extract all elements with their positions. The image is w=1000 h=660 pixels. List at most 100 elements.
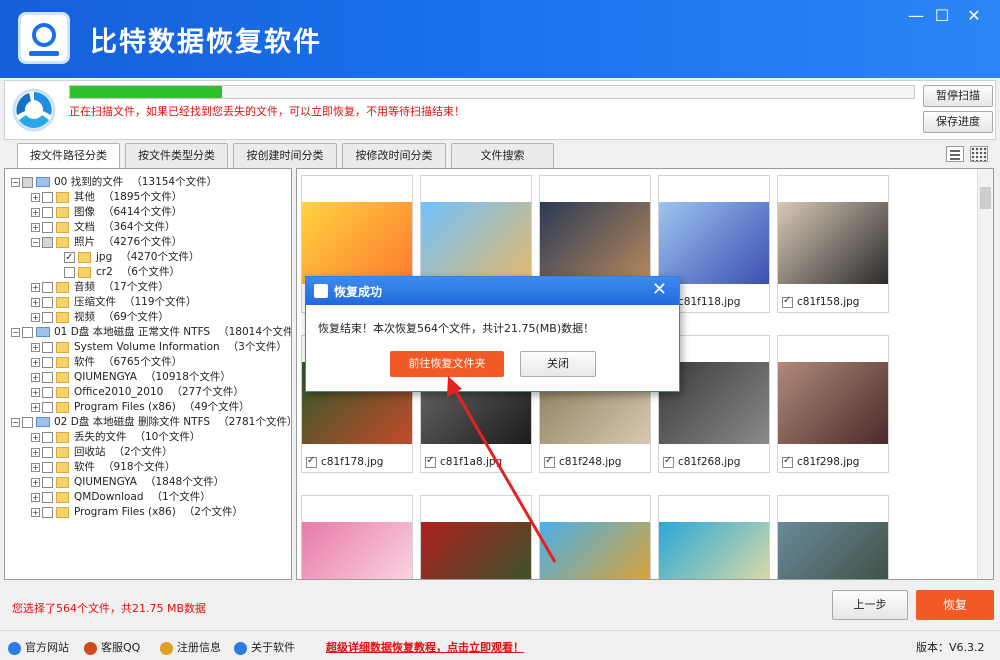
tree-checkbox[interactable]: [64, 266, 75, 278]
tree-folder-node[interactable]: + QIUMENGYA （1848个文件）: [31, 475, 224, 490]
tree-checkbox[interactable]: [42, 221, 53, 233]
tree-folder-node[interactable]: + System Volume Information （3个文件）: [31, 340, 287, 355]
tree-checkbox[interactable]: [42, 371, 53, 383]
support-qq-link[interactable]: 客服QQ: [84, 639, 140, 655]
collapse-icon[interactable]: −: [11, 417, 20, 427]
tree-folder-node[interactable]: + Program Files (x86) （49个文件）: [31, 400, 250, 415]
official-site-link[interactable]: 官方网站: [8, 639, 69, 655]
tree-folder-node[interactable]: + 图像 （6414个文件）: [31, 205, 182, 220]
thumbnail-checkbox[interactable]: [782, 295, 793, 308]
tree-checkbox[interactable]: [42, 506, 53, 518]
tree-checkbox[interactable]: [42, 191, 53, 203]
tree-checkbox[interactable]: [42, 431, 53, 443]
tutorial-promo-link[interactable]: 超级详细数据恢复教程，点击立即观看！: [326, 639, 524, 655]
previous-step-button[interactable]: 上一步: [832, 590, 908, 620]
tree-folder-node[interactable]: + 文档 （364个文件）: [31, 220, 176, 235]
dialog-close-button[interactable]: 关闭: [520, 351, 596, 377]
save-progress-button[interactable]: 保存进度: [923, 111, 993, 133]
image-thumbnail[interactable]: [420, 495, 532, 579]
expand-icon[interactable]: +: [31, 282, 40, 292]
tab-by-created[interactable]: 按创建时间分类: [233, 143, 337, 168]
collapse-icon[interactable]: −: [11, 177, 20, 187]
tree-drive-node[interactable]: − 02 D盘 本地磁盘 删除文件 NTFS （2781个文件）: [11, 415, 291, 430]
tree-folder-node[interactable]: + 回收站 （2个文件）: [31, 445, 173, 460]
thumbnail-checkbox[interactable]: [306, 455, 317, 468]
tree-checkbox[interactable]: [22, 416, 33, 428]
image-thumbnail[interactable]: [301, 495, 413, 579]
tree-checkbox[interactable]: [42, 281, 53, 293]
tree-checkbox[interactable]: [22, 326, 33, 338]
tree-folder-node[interactable]: jpg （4270个文件）: [51, 250, 199, 265]
tree-folder-node[interactable]: + QMDownload （1个文件）: [31, 490, 211, 505]
recover-button[interactable]: 恢复: [916, 590, 994, 620]
expand-icon[interactable]: +: [31, 372, 40, 382]
dialog-close-icon[interactable]: ✕: [652, 280, 667, 300]
thumbnail-checkbox[interactable]: [544, 455, 555, 468]
image-thumbnail[interactable]: c81f298.jpg: [777, 335, 889, 473]
tree-folder-node[interactable]: + 丢失的文件 （10个文件）: [31, 430, 200, 445]
image-thumbnail[interactable]: [777, 495, 889, 579]
expand-icon[interactable]: +: [31, 402, 40, 412]
maximize-icon[interactable]: ☐: [930, 6, 954, 26]
tree-checkbox[interactable]: [42, 341, 53, 353]
tree-drive-node[interactable]: − 01 D盘 本地磁盘 正常文件 NTFS （18014个文件: [11, 325, 291, 340]
pause-scan-button[interactable]: 暂停扫描: [923, 85, 993, 107]
tree-checkbox[interactable]: [42, 461, 53, 473]
tree-checkbox[interactable]: [42, 206, 53, 218]
tree-folder-node[interactable]: + 软件 （918个文件）: [31, 460, 176, 475]
tree-folder-node[interactable]: cr2 （6个文件）: [51, 265, 180, 280]
thumbnail-checkbox[interactable]: [782, 455, 793, 468]
expand-icon[interactable]: +: [31, 507, 40, 517]
expand-icon[interactable]: +: [31, 342, 40, 352]
tree-folder-node[interactable]: + QIUMENGYA （10918个文件）: [31, 370, 231, 385]
tree-folder-node[interactable]: + Program Files (x86) （2个文件）: [31, 505, 243, 520]
tree-checkbox[interactable]: [42, 476, 53, 488]
expand-icon[interactable]: +: [31, 492, 40, 502]
image-thumbnail[interactable]: c81f158.jpg: [777, 175, 889, 313]
expand-icon[interactable]: +: [31, 297, 40, 307]
tree-checkbox[interactable]: [42, 311, 53, 323]
collapse-icon[interactable]: −: [31, 237, 40, 247]
tree-folder-node[interactable]: + 视频 （69个文件）: [31, 310, 169, 325]
tree-checkbox[interactable]: [42, 401, 53, 413]
about-link[interactable]: 关于软件: [234, 639, 295, 655]
tree-folder-node[interactable]: − 照片 （4276个文件）: [31, 235, 182, 250]
tree-checkbox[interactable]: [42, 491, 53, 503]
tree-checkbox[interactable]: [22, 176, 33, 188]
registration-link[interactable]: 注册信息: [160, 639, 221, 655]
tree-folder-node[interactable]: + Office2010_2010 （277个文件）: [31, 385, 244, 400]
tree-checkbox[interactable]: [42, 236, 53, 248]
tab-by-modified[interactable]: 按修改时间分类: [342, 143, 446, 168]
tree-folder-node[interactable]: + 其他 （1895个文件）: [31, 190, 182, 205]
tree-checkbox[interactable]: [42, 296, 53, 308]
image-thumbnail[interactable]: [539, 495, 651, 579]
tab-file-search[interactable]: 文件搜索: [451, 143, 554, 168]
thumbnail-checkbox[interactable]: [425, 455, 436, 468]
expand-icon[interactable]: +: [31, 462, 40, 472]
tab-by-type[interactable]: 按文件类型分类: [125, 143, 228, 168]
tree-checkbox[interactable]: [42, 356, 53, 368]
expand-icon[interactable]: +: [31, 312, 40, 322]
close-icon[interactable]: ✕: [962, 6, 986, 26]
tree-drive-node[interactable]: − 00 找到的文件 （13154个文件）: [11, 175, 217, 190]
collapse-icon[interactable]: −: [11, 327, 20, 337]
tree-checkbox[interactable]: [42, 386, 53, 398]
expand-icon[interactable]: +: [31, 207, 40, 217]
expand-icon[interactable]: +: [31, 387, 40, 397]
thumbnail-checkbox[interactable]: [663, 455, 674, 468]
open-recovery-folder-button[interactable]: 前往恢复文件夹: [390, 351, 504, 377]
expand-icon[interactable]: +: [31, 192, 40, 202]
expand-icon[interactable]: +: [31, 477, 40, 487]
tab-by-path[interactable]: 按文件路径分类: [17, 143, 120, 169]
vertical-scrollbar[interactable]: [977, 169, 993, 579]
tree-checkbox[interactable]: [64, 250, 75, 265]
tree-folder-node[interactable]: + 音频 （17个文件）: [31, 280, 169, 295]
expand-icon[interactable]: +: [31, 432, 40, 442]
tree-folder-node[interactable]: + 压缩文件 （119个文件）: [31, 295, 197, 310]
tree-folder-node[interactable]: + 软件 （6765个文件）: [31, 355, 182, 370]
grid-view-icon[interactable]: [970, 146, 988, 162]
list-view-icon[interactable]: [946, 146, 964, 162]
expand-icon[interactable]: +: [31, 222, 40, 232]
expand-icon[interactable]: +: [31, 357, 40, 367]
minimize-icon[interactable]: —: [904, 6, 928, 26]
